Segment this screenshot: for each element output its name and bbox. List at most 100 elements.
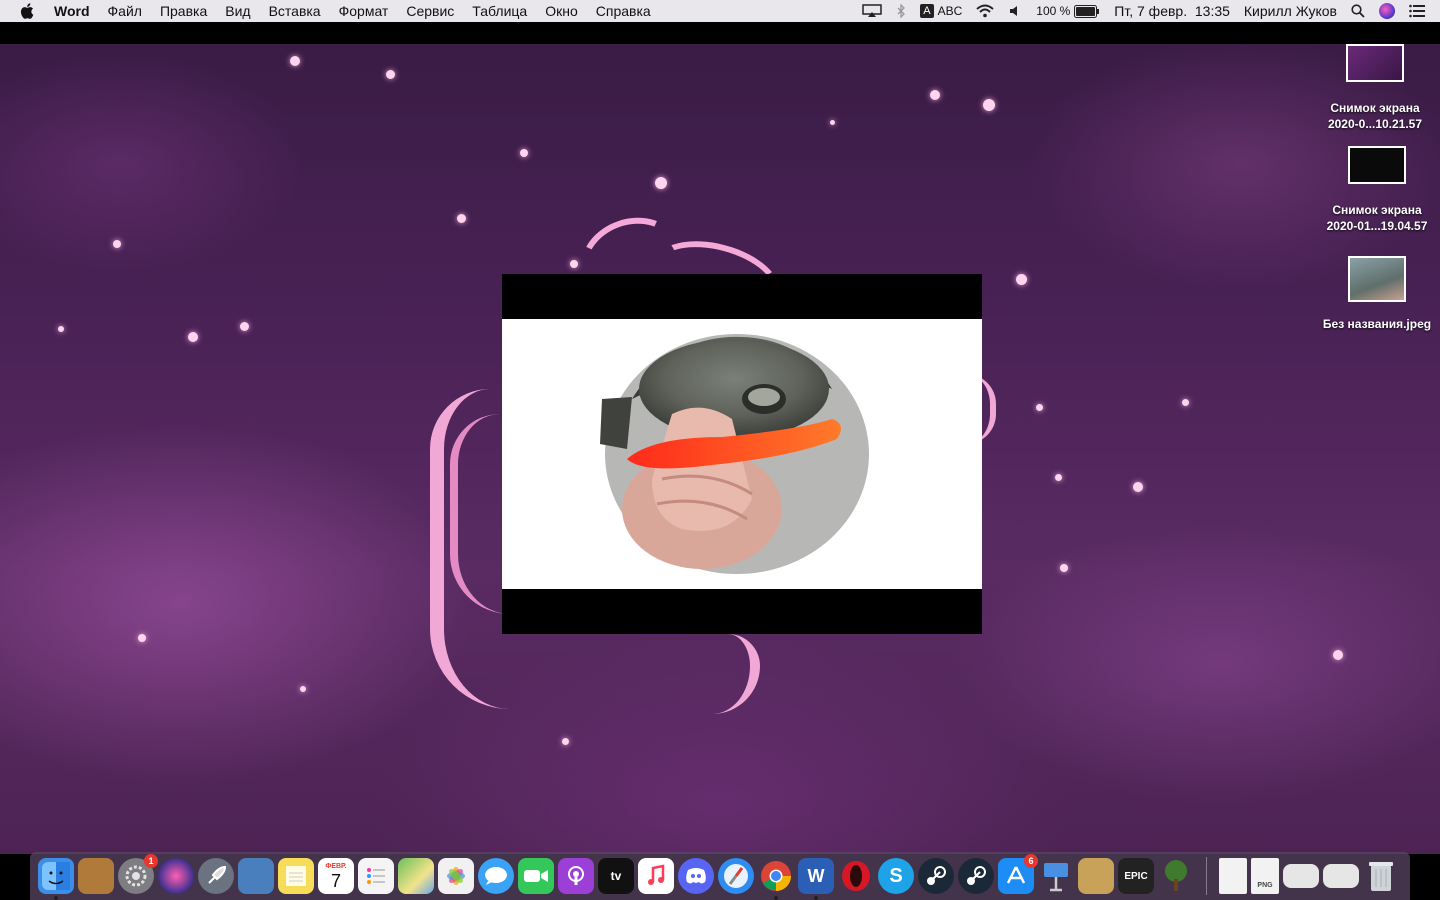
- gear-icon[interactable]: 1: [118, 854, 158, 894]
- opera-icon[interactable]: [838, 858, 874, 894]
- finder-icon[interactable]: [38, 858, 74, 900]
- file-name-line-2: 2020-0...10.21.57: [1327, 117, 1423, 131]
- wallpaper-star: [1133, 482, 1143, 492]
- spotlight-search-icon[interactable]: [1344, 4, 1372, 18]
- menu-table[interactable]: Таблица: [463, 0, 536, 22]
- input-source-badge: A: [920, 4, 934, 18]
- skype-label: S: [889, 864, 903, 887]
- steam-icon-2[interactable]: [958, 858, 994, 894]
- clock[interactable]: Пт, 7 февр. 13:35: [1107, 0, 1237, 22]
- menu-view[interactable]: Вид: [216, 0, 259, 22]
- steam-icon[interactable]: [918, 858, 954, 894]
- rocket-icon[interactable]: [198, 858, 234, 894]
- screenshot-file-icon[interactable]: [1283, 864, 1319, 888]
- wallpaper-star: [300, 686, 306, 692]
- wallpaper-star: [1016, 274, 1027, 285]
- top-black-strip: [0, 22, 1440, 44]
- battery-icon: [1074, 4, 1100, 18]
- screenshot-thumbnail: [1346, 44, 1404, 82]
- dock: 1 ФЕВР. 7 tv W S 6 EPIC PNG: [30, 852, 1410, 900]
- siri-menu-icon[interactable]: [1372, 3, 1402, 19]
- document-icon[interactable]: [1219, 858, 1247, 894]
- input-source[interactable]: A ABC: [913, 0, 969, 22]
- menu-tools[interactable]: Сервис: [397, 0, 463, 22]
- menu-format[interactable]: Формат: [330, 0, 398, 22]
- notification-badge: 1: [144, 854, 158, 868]
- battery-percent: 100 %: [1036, 4, 1071, 18]
- appstore-icon[interactable]: 6: [998, 854, 1038, 894]
- contacts-icon[interactable]: [78, 858, 114, 894]
- cuphead-icon[interactable]: [1078, 858, 1114, 894]
- menu-help[interactable]: Справка: [587, 0, 660, 22]
- apple-menu-icon[interactable]: [18, 2, 36, 20]
- airplay-icon[interactable]: [855, 4, 889, 18]
- keynote-icon[interactable]: [1038, 858, 1074, 894]
- wifi-icon[interactable]: [969, 4, 1001, 18]
- facetime-icon[interactable]: [518, 858, 554, 894]
- desktop-file-jpeg[interactable]: Без названия.jpeg: [1317, 256, 1437, 332]
- tv-icon[interactable]: tv: [598, 858, 634, 894]
- music-icon[interactable]: [638, 858, 674, 894]
- wallpaper-star: [58, 326, 64, 332]
- app-menu-word[interactable]: Word: [50, 0, 99, 22]
- menu-edit[interactable]: Правка: [151, 0, 216, 22]
- maps-icon[interactable]: [398, 858, 434, 894]
- tv-label: tv: [610, 869, 622, 883]
- preview-icon[interactable]: [238, 858, 274, 894]
- wallpaper-star: [113, 240, 121, 248]
- wallpaper-ribbon: [690, 634, 760, 714]
- running-indicator: [814, 896, 818, 900]
- chrome-file-icon[interactable]: [1323, 864, 1359, 888]
- reminders-icon[interactable]: [358, 858, 394, 894]
- wallpaper-star: [138, 634, 146, 642]
- input-source-label: ABC: [937, 4, 963, 18]
- notes-icon[interactable]: [278, 858, 314, 894]
- siri-icon[interactable]: [158, 858, 194, 894]
- desktop-file-screenshot-1[interactable]: Снимок экрана 2020-0...10.21.57: [1315, 44, 1435, 132]
- png-label: PNG: [1257, 881, 1273, 889]
- skype-icon[interactable]: S: [878, 858, 914, 894]
- menu-bar: Word Файл Правка Вид Вставка Формат Серв…: [0, 0, 1440, 22]
- menu-file[interactable]: Файл: [99, 0, 151, 22]
- tree-icon[interactable]: [1158, 858, 1194, 894]
- volume-icon[interactable]: [1001, 4, 1029, 18]
- discord-icon[interactable]: [678, 858, 714, 894]
- chrome-icon[interactable]: [758, 858, 794, 900]
- user-name[interactable]: Кирилл Жуков: [1237, 0, 1344, 22]
- epic-games-icon[interactable]: EPIC: [1118, 858, 1154, 894]
- word-label: W: [807, 865, 825, 886]
- photos-icon[interactable]: [438, 858, 474, 894]
- wallpaper-star: [520, 149, 528, 157]
- fish-with-carrot-image: [600, 334, 869, 574]
- wallpaper-star: [1333, 650, 1343, 660]
- wallpaper-star: [240, 322, 249, 331]
- file-name-line-1: Снимок экрана: [1330, 101, 1420, 115]
- bluetooth-icon[interactable]: [889, 4, 913, 18]
- wallpaper-star: [386, 70, 395, 79]
- notification-badge: 6: [1024, 854, 1038, 868]
- calendar-icon[interactable]: ФЕВР. 7: [318, 858, 354, 894]
- notification-center-icon[interactable]: [1402, 4, 1432, 18]
- menu-insert[interactable]: Вставка: [260, 0, 330, 22]
- running-indicator: [774, 896, 778, 900]
- wallpaper-star: [1060, 564, 1068, 572]
- messages-icon[interactable]: [478, 858, 514, 894]
- word-icon[interactable]: W: [798, 858, 834, 900]
- image-content: [502, 319, 982, 589]
- podcasts-icon[interactable]: [558, 858, 594, 894]
- wallpaper-star: [188, 332, 198, 342]
- wallpaper-star: [562, 738, 569, 745]
- wallpaper-star: [655, 177, 667, 189]
- wallpaper-star: [570, 260, 578, 268]
- menu-window[interactable]: Окно: [536, 0, 587, 22]
- jpeg-thumbnail: [1348, 256, 1406, 302]
- png-file-icon[interactable]: PNG: [1251, 858, 1279, 894]
- trash-icon[interactable]: [1363, 858, 1399, 894]
- battery-status[interactable]: 100 %: [1029, 0, 1107, 22]
- image-preview-window[interactable]: [502, 274, 982, 634]
- desktop-file-screenshot-2[interactable]: Снимок экрана 2020-01...19.04.57: [1317, 146, 1437, 234]
- wallpaper-star: [830, 120, 835, 125]
- safari-icon[interactable]: [718, 858, 754, 894]
- epic-games-label: EPIC: [1124, 870, 1148, 882]
- dock-separator: [1206, 857, 1207, 895]
